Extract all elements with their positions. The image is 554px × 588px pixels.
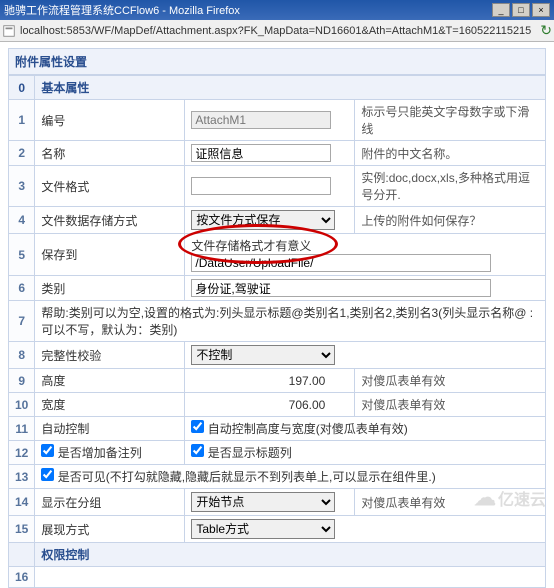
- visible-label: 是否可见(不打勾就隐藏,隐藏后就显示不到列表单上,可以显示在组件里.): [58, 470, 436, 484]
- table-row: 3 文件格式 实例:doc,docx,xls,多种格式用逗号分开.: [9, 166, 546, 207]
- header-basic-label: 基本属性: [35, 76, 546, 100]
- row-label: 高度: [35, 369, 185, 393]
- table-row: 8 完整性校验 不控制: [9, 342, 546, 369]
- table-row: 11 自动控制 自动控制高度与宽度(对傻瓜表单有效): [9, 417, 546, 441]
- header-perm: 权限控制: [9, 543, 546, 567]
- help-text: 帮助:类别可以为空,设置的格式为:列头显示标题@类别名1,类别名2,类别名3(列…: [35, 301, 546, 342]
- row-num: 2: [9, 141, 35, 166]
- address-bar[interactable]: localhost:5853/WF/MapDef/Attachment.aspx…: [0, 20, 554, 42]
- row-num: 1: [9, 100, 35, 141]
- content-area: 附件属性设置 0 基本属性 1 编号 标示号只能英文字母数字或下滑线 2 名称 …: [0, 42, 554, 588]
- row-label: 完整性校验: [35, 342, 185, 369]
- row-num: 12: [9, 441, 35, 465]
- row-num: 14: [9, 489, 35, 516]
- row-num: 6: [9, 276, 35, 301]
- row-desc: 对傻瓜表单有效: [355, 393, 546, 417]
- save-to-hint: 文件存储格式才有意义: [191, 237, 539, 254]
- display-mode-select[interactable]: Table方式: [191, 519, 335, 539]
- table-row: 7 帮助:类别可以为空,设置的格式为:列头显示标题@类别名1,类别名2,类别名3…: [9, 301, 546, 342]
- integrity-select[interactable]: 不控制: [191, 345, 335, 365]
- auto-control-label: 自动控制高度与宽度(对傻瓜表单有效): [208, 422, 408, 436]
- row-label: 显示在分组: [35, 489, 185, 516]
- row-label: 文件数据存储方式: [35, 207, 185, 234]
- table-row: 15 展现方式 Table方式: [9, 516, 546, 543]
- table-row: 1 编号 标示号只能英文字母数字或下滑线: [9, 100, 546, 141]
- row-num: 13: [9, 465, 35, 489]
- row-label: 宽度: [35, 393, 185, 417]
- name-input[interactable]: [191, 144, 331, 162]
- id-input[interactable]: [191, 111, 331, 129]
- width-value: 706.00: [191, 398, 331, 412]
- row-empty: [35, 567, 546, 588]
- maximize-button[interactable]: □: [512, 3, 530, 17]
- category-input[interactable]: [191, 279, 491, 297]
- row-num: 10: [9, 393, 35, 417]
- url-text: localhost:5853/WF/MapDef/Attachment.aspx…: [20, 25, 536, 37]
- minimize-button[interactable]: _: [492, 3, 510, 17]
- row-label: 自动控制: [35, 417, 185, 441]
- section-title: 附件属性设置: [8, 48, 546, 75]
- table-row: 9 高度 197.00 对傻瓜表单有效: [9, 369, 546, 393]
- reload-icon[interactable]: ↻: [540, 22, 552, 39]
- window-titlebar: 驰骋工作流程管理系统CCFlow6 - Mozilla Firefox _ □ …: [0, 0, 554, 20]
- row-num: 9: [9, 369, 35, 393]
- row-desc: 实例:doc,docx,xls,多种格式用逗号分开.: [355, 166, 546, 207]
- page-icon: [2, 24, 16, 38]
- visible-checkbox[interactable]: [41, 468, 54, 481]
- note-column-checkbox[interactable]: [41, 444, 54, 457]
- row-label: 名称: [35, 141, 185, 166]
- watermark: ☁ 亿速云: [474, 485, 546, 511]
- properties-table: 0 基本属性 1 编号 标示号只能英文字母数字或下滑线 2 名称 附件的中文名称…: [8, 75, 546, 588]
- height-value: 197.00: [191, 374, 331, 388]
- show-title-label: 是否显示标题列: [208, 446, 292, 460]
- table-row: 5 保存到 文件存储格式才有意义: [9, 234, 546, 276]
- table-row: 13 是否可见(不打勾就隐藏,隐藏后就显示不到列表单上,可以显示在组件里.): [9, 465, 546, 489]
- header-perm-label: 权限控制: [35, 543, 546, 567]
- row-num: 8: [9, 342, 35, 369]
- table-row: 4 文件数据存储方式 按文件方式保存 上传的附件如何保存？: [9, 207, 546, 234]
- row-desc: 上传的附件如何保存？: [355, 207, 546, 234]
- cloud-icon: ☁: [474, 485, 496, 511]
- close-button[interactable]: ×: [532, 3, 550, 17]
- watermark-text: 亿速云: [498, 486, 546, 510]
- row-label: 是否增加备注列: [58, 446, 142, 460]
- row-num: 3: [9, 166, 35, 207]
- row-num: 16: [9, 567, 35, 588]
- header-basic: 0 基本属性: [9, 76, 546, 100]
- header-num: 0: [9, 76, 35, 100]
- row-label: 展现方式: [35, 516, 185, 543]
- group-select[interactable]: 开始节点: [191, 492, 335, 512]
- auto-control-checkbox[interactable]: [191, 420, 204, 433]
- table-row: 10 宽度 706.00 对傻瓜表单有效: [9, 393, 546, 417]
- row-desc: 附件的中文名称。: [355, 141, 546, 166]
- row-num: 11: [9, 417, 35, 441]
- row-desc: 标示号只能英文字母数字或下滑线: [355, 100, 546, 141]
- table-row: 2 名称 附件的中文名称。: [9, 141, 546, 166]
- table-row: 6 类别: [9, 276, 546, 301]
- save-to-input[interactable]: [191, 254, 491, 272]
- row-num: 15: [9, 516, 35, 543]
- table-row: 14 显示在分组 开始节点 对傻瓜表单有效: [9, 489, 546, 516]
- row-num: 4: [9, 207, 35, 234]
- row-num: 5: [9, 234, 35, 276]
- storage-mode-select[interactable]: 按文件方式保存: [191, 210, 335, 230]
- row-num: 7: [9, 301, 35, 342]
- row-desc: 对傻瓜表单有效: [355, 369, 546, 393]
- file-format-input[interactable]: [191, 177, 331, 195]
- window-controls: _ □ ×: [492, 3, 550, 17]
- header-num: [9, 543, 35, 567]
- row-label: 编号: [35, 100, 185, 141]
- table-row: 16: [9, 567, 546, 588]
- show-title-checkbox[interactable]: [191, 444, 204, 457]
- window-title: 驰骋工作流程管理系统CCFlow6 - Mozilla Firefox: [4, 2, 240, 18]
- row-label: 文件格式: [35, 166, 185, 207]
- table-row: 12 是否增加备注列 是否显示标题列: [9, 441, 546, 465]
- row-label: 类别: [35, 276, 185, 301]
- row-label: 保存到: [35, 234, 185, 276]
